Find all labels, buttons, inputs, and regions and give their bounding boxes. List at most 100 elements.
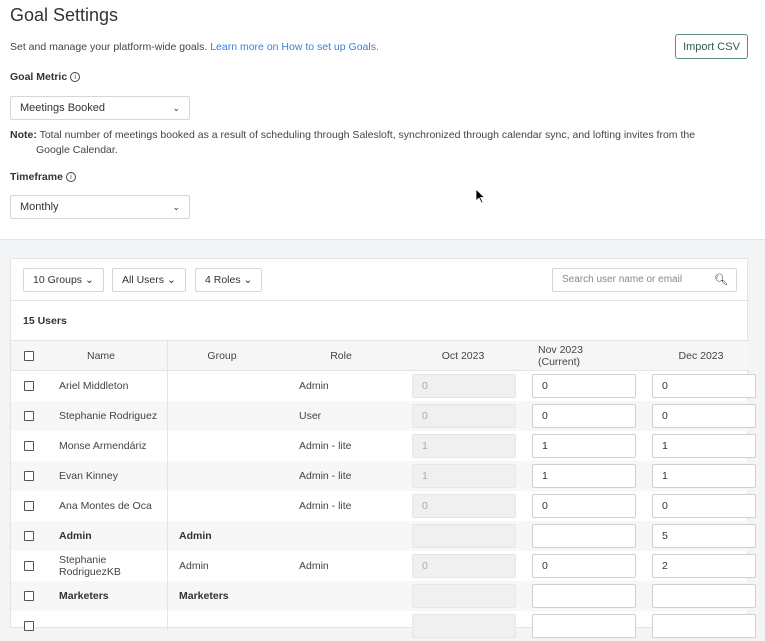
dec-goal-input[interactable]: 0 bbox=[652, 374, 756, 398]
roles-filter[interactable]: 4 Roles ⌄ bbox=[195, 268, 263, 292]
role bbox=[299, 611, 399, 641]
page-subtitle: Set and manage your platform-wide goals.… bbox=[10, 41, 379, 53]
nov-goal-input[interactable] bbox=[532, 614, 636, 638]
info-icon[interactable]: i bbox=[70, 72, 81, 82]
dec-goal-input[interactable]: 1 bbox=[652, 464, 756, 488]
oct-goal-input: 1 bbox=[412, 434, 516, 458]
oct-goal-input bbox=[412, 524, 516, 548]
chevron-down-icon: ⌄ bbox=[172, 103, 180, 113]
group-name: Marketers bbox=[179, 590, 229, 602]
nov-goal-input[interactable] bbox=[532, 584, 636, 608]
column-header-nov: Nov 2023 (Current) bbox=[538, 344, 583, 368]
nov-goal-input[interactable] bbox=[532, 524, 636, 548]
role: Admin bbox=[299, 560, 329, 572]
user-name: Ariel Middleton bbox=[59, 380, 129, 392]
user-name: Monse Armendáriz bbox=[59, 440, 147, 452]
divider bbox=[11, 300, 749, 301]
dec-goal-input[interactable]: 0 bbox=[652, 404, 756, 428]
row-checkbox[interactable] bbox=[24, 441, 34, 451]
column-header-role[interactable]: Role bbox=[291, 341, 391, 371]
import-csv-button[interactable]: Import CSV bbox=[675, 34, 748, 59]
goal-metric-note: Note: Total number of meetings booked as… bbox=[10, 129, 696, 156]
table-row: Admin Admin 5 bbox=[11, 521, 756, 551]
group-name bbox=[179, 401, 289, 431]
group-name bbox=[179, 431, 289, 461]
table-row: Marketers Marketers bbox=[11, 581, 756, 611]
column-header-dec: Dec 2023 bbox=[678, 350, 724, 362]
row-checkbox[interactable] bbox=[24, 561, 34, 571]
mouse-cursor-icon bbox=[476, 189, 486, 204]
table-row: Monse Armendáriz Admin - lite 1 1 1 bbox=[11, 431, 756, 461]
user-count: 15 Users bbox=[23, 315, 67, 327]
oct-goal-input: 0 bbox=[412, 494, 516, 518]
group-name bbox=[179, 371, 289, 401]
chevron-down-icon: ⌄ bbox=[243, 274, 253, 286]
help-link[interactable]: Learn more on How to set up Goals. bbox=[210, 41, 379, 53]
nov-goal-input[interactable]: 1 bbox=[532, 464, 636, 488]
user-name: Ana Montes de Oca bbox=[59, 500, 152, 512]
table-row bbox=[11, 611, 756, 641]
groups-filter[interactable]: 10 Groups ⌄ bbox=[23, 268, 104, 292]
info-icon[interactable]: i bbox=[65, 172, 76, 182]
timeframe-label: Timeframe i bbox=[10, 171, 76, 183]
user-name: Marketers bbox=[59, 590, 109, 602]
dec-goal-input[interactable]: 1 bbox=[652, 434, 756, 458]
row-checkbox[interactable] bbox=[24, 411, 34, 421]
oct-goal-input bbox=[412, 614, 516, 638]
row-checkbox[interactable] bbox=[24, 531, 34, 541]
oct-goal-input: 0 bbox=[412, 404, 516, 428]
group-name bbox=[179, 491, 289, 521]
row-checkbox[interactable] bbox=[24, 501, 34, 511]
nov-goal-input[interactable]: 0 bbox=[532, 374, 636, 398]
nov-goal-input[interactable]: 0 bbox=[532, 554, 636, 578]
table-row: Evan Kinney Admin - lite 1 1 1 bbox=[11, 461, 756, 491]
nov-goal-input[interactable]: 0 bbox=[532, 494, 636, 518]
search-icon[interactable]: 🔍︎ bbox=[714, 269, 728, 291]
row-checkbox[interactable] bbox=[24, 621, 34, 631]
role: Admin bbox=[299, 380, 329, 392]
dec-goal-input[interactable]: 2 bbox=[652, 554, 756, 578]
oct-goal-input bbox=[412, 584, 516, 608]
row-checkbox[interactable] bbox=[24, 381, 34, 391]
user-name: Stephanie Rodriguez bbox=[59, 410, 158, 422]
users-filter[interactable]: All Users ⌄ bbox=[112, 268, 186, 292]
dec-goal-input[interactable]: 5 bbox=[652, 524, 756, 548]
table-row: Stephanie Rodriguez User 0 0 0 bbox=[11, 401, 756, 431]
dec-goal-input[interactable] bbox=[652, 614, 756, 638]
dec-goal-input[interactable]: 0 bbox=[652, 494, 756, 518]
goals-table-card: 10 Groups ⌄ All Users ⌄ 4 Roles ⌄ Search… bbox=[10, 258, 756, 638]
oct-goal-input: 0 bbox=[412, 374, 516, 398]
settings-header-section: Goal Settings Set and manage your platfo… bbox=[0, 0, 765, 240]
row-checkbox[interactable] bbox=[24, 591, 34, 601]
column-divider bbox=[167, 341, 168, 631]
user-name: Stephanie RodriguezKB bbox=[59, 554, 121, 578]
nov-goal-input[interactable]: 1 bbox=[532, 434, 636, 458]
goal-metric-label: Goal Metric i bbox=[10, 71, 81, 83]
role: Admin - lite bbox=[299, 500, 352, 512]
role: User bbox=[299, 410, 322, 422]
dec-goal-input[interactable] bbox=[652, 584, 756, 608]
column-header-oct: Oct 2023 bbox=[441, 350, 485, 362]
row-checkbox[interactable] bbox=[24, 471, 34, 481]
table-header: Name Group Role Oct 2023 Nov 2023 (Curre… bbox=[11, 341, 749, 371]
search-input[interactable]: Search user name or email 🔍︎ bbox=[552, 268, 737, 292]
oct-goal-input: 0 bbox=[412, 554, 516, 578]
column-header-name[interactable]: Name bbox=[59, 341, 143, 371]
chevron-down-icon: ⌄ bbox=[166, 274, 176, 286]
role: Admin - lite bbox=[299, 440, 352, 452]
role bbox=[299, 581, 399, 611]
select-all-checkbox[interactable] bbox=[24, 351, 34, 361]
role: Admin - lite bbox=[299, 470, 352, 482]
goal-metric-select[interactable]: Meetings Booked ⌄ bbox=[10, 96, 190, 120]
column-header-group[interactable]: Group bbox=[167, 341, 277, 371]
chevron-down-icon: ⌄ bbox=[172, 202, 180, 212]
user-name: Admin bbox=[59, 530, 92, 542]
user-name: Evan Kinney bbox=[59, 470, 118, 482]
timeframe-select[interactable]: Monthly ⌄ bbox=[10, 195, 190, 219]
nov-goal-input[interactable]: 0 bbox=[532, 404, 636, 428]
group-name bbox=[179, 611, 289, 641]
role bbox=[299, 521, 399, 551]
page-title: Goal Settings bbox=[10, 5, 119, 25]
table-row: Ariel Middleton Admin 0 0 0 bbox=[11, 371, 756, 401]
group-name: Admin bbox=[179, 560, 209, 572]
